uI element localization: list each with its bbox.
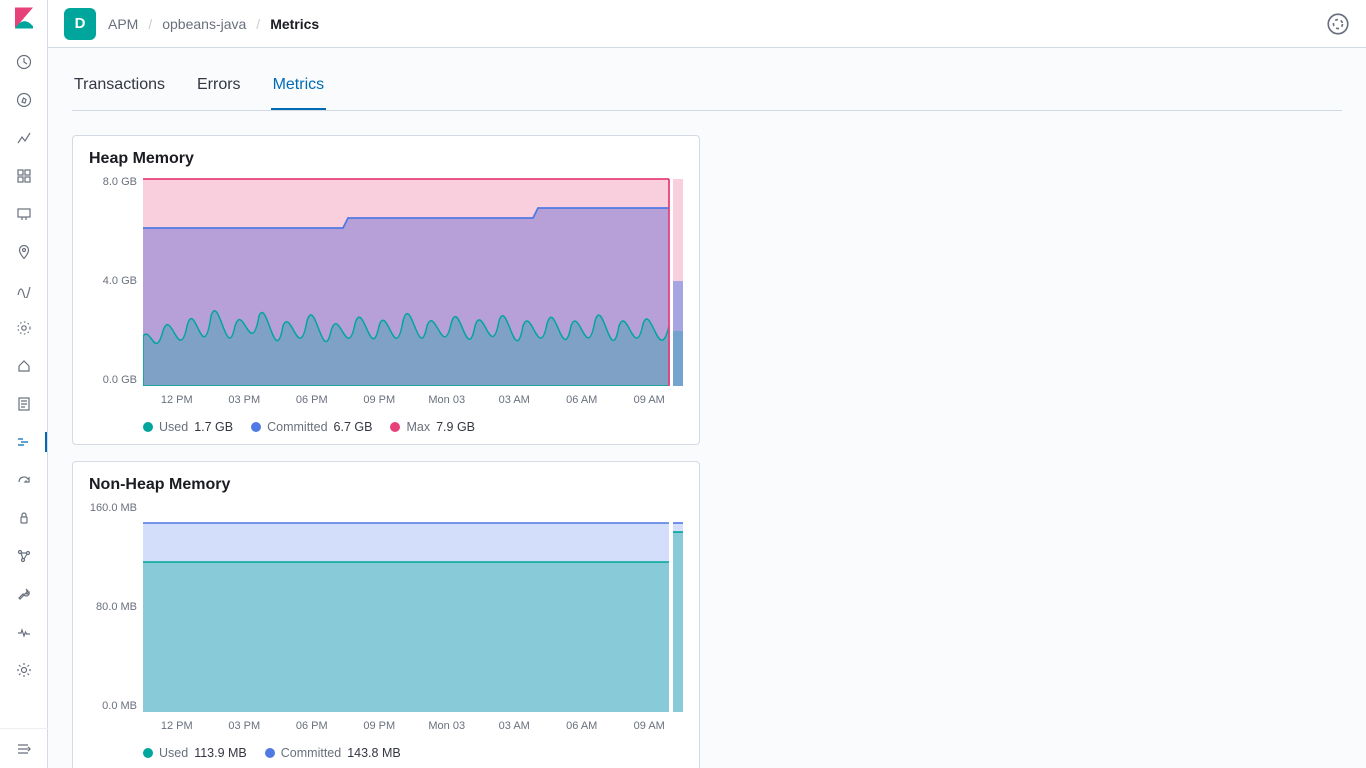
- monitoring-icon[interactable]: [14, 622, 34, 642]
- panel-nonheap-memory: Non-Heap Memory 160.0 MB 80.0 MB 0.0 MB: [72, 461, 700, 768]
- recent-icon[interactable]: [14, 52, 34, 72]
- breadcrumb-current: Metrics: [270, 16, 319, 32]
- graph-icon[interactable]: [14, 546, 34, 566]
- y-axis: 160.0 MB 80.0 MB 0.0 MB: [89, 502, 143, 712]
- legend-max[interactable]: Max 7.9 GB: [390, 420, 475, 434]
- dashboard-icon[interactable]: [14, 166, 34, 186]
- legend-used[interactable]: Used 1.7 GB: [143, 420, 233, 434]
- space-selector[interactable]: D: [64, 8, 96, 40]
- discover-icon[interactable]: [14, 90, 34, 110]
- management-icon[interactable]: [14, 660, 34, 680]
- ml-icon[interactable]: [14, 280, 34, 300]
- heap-chart[interactable]: [143, 176, 683, 386]
- collapse-sidebar-icon[interactable]: [0, 728, 48, 768]
- tab-transactions[interactable]: Transactions: [72, 64, 167, 110]
- kibana-logo-icon[interactable]: [12, 6, 36, 30]
- tab-errors[interactable]: Errors: [195, 64, 243, 110]
- panel-title: Heap Memory: [89, 150, 683, 168]
- visualize-icon[interactable]: [14, 128, 34, 148]
- panel-heap-memory: Heap Memory 8.0 GB 4.0 GB 0.0 GB: [72, 135, 700, 445]
- x-axis: 12 PM03 PM06 PM09 PMMon 0303 AM06 AM09 A…: [143, 386, 683, 406]
- legend-committed[interactable]: Committed 6.7 GB: [251, 420, 372, 434]
- legend-used[interactable]: Used 113.9 MB: [143, 746, 247, 760]
- nonheap-chart[interactable]: [143, 502, 683, 712]
- logs-icon[interactable]: [14, 356, 34, 376]
- help-icon[interactable]: [1326, 12, 1350, 36]
- uptime-icon[interactable]: [14, 470, 34, 490]
- x-axis: 12 PM03 PM06 PM09 PMMon 0303 AM06 AM09 A…: [143, 712, 683, 732]
- siem-icon[interactable]: [14, 508, 34, 528]
- y-axis: 8.0 GB 4.0 GB 0.0 GB: [89, 176, 143, 386]
- apm-icon[interactable]: [0, 432, 47, 452]
- top-header: D APM / opbeans-java / Metrics: [48, 0, 1366, 48]
- tab-metrics[interactable]: Metrics: [271, 64, 327, 110]
- breadcrumb-service[interactable]: opbeans-java: [162, 16, 246, 32]
- breadcrumb: APM / opbeans-java / Metrics: [108, 16, 319, 32]
- tab-bar: Transactions Errors Metrics: [72, 64, 1342, 111]
- panel-title: Non-Heap Memory: [89, 476, 683, 494]
- left-nav-sidebar: [0, 0, 48, 768]
- infrastructure-icon[interactable]: [14, 318, 34, 338]
- legend: Used 1.7 GB Committed 6.7 GB Max 7.9 GB: [143, 406, 683, 434]
- maps-icon[interactable]: [14, 242, 34, 262]
- logs-list-icon[interactable]: [14, 394, 34, 414]
- breadcrumb-apm[interactable]: APM: [108, 16, 138, 32]
- legend-committed[interactable]: Committed 143.8 MB: [265, 746, 401, 760]
- legend: Used 113.9 MB Committed 143.8 MB: [143, 732, 683, 760]
- canvas-icon[interactable]: [14, 204, 34, 224]
- dev-tools-icon[interactable]: [14, 584, 34, 604]
